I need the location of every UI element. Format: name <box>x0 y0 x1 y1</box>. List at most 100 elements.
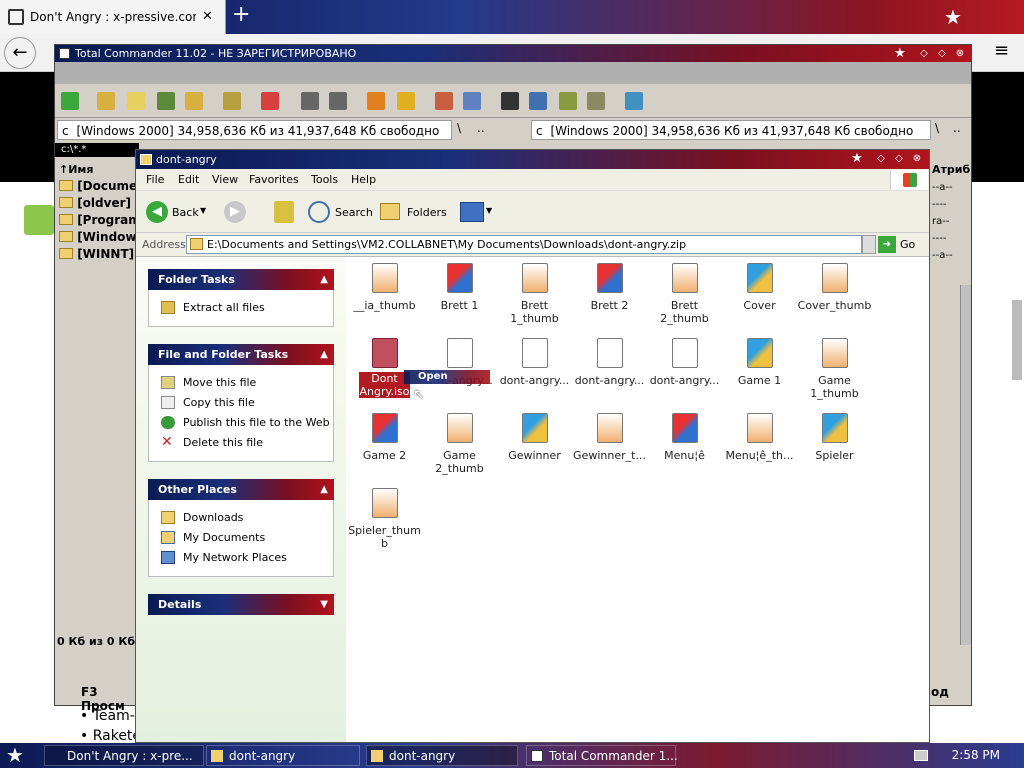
unpack-icon[interactable] <box>397 92 415 110</box>
file-item[interactable]: Cover_thumb <box>797 263 872 312</box>
copy-names-icon[interactable] <box>587 92 605 110</box>
tc-file-row[interactable]: [oldver] <box>59 196 131 210</box>
file-item[interactable]: Brett 1_thumb <box>497 263 572 325</box>
close-tab-icon[interactable]: ✕ <box>202 9 213 24</box>
up-folder-icon[interactable] <box>274 201 294 223</box>
file-item[interactable]: dont-angry... <box>572 338 647 387</box>
view-icon[interactable] <box>97 92 115 110</box>
go-button[interactable]: Go <box>900 238 915 251</box>
back-arrow-icon[interactable]: ← <box>4 37 36 69</box>
file-item[interactable]: Game 2 <box>347 413 422 462</box>
file-item[interactable]: dont-angry... <box>497 338 572 387</box>
address-dropdown-icon[interactable] <box>862 235 876 254</box>
task-browser[interactable]: Don't Angry : x-pre... <box>44 745 204 766</box>
file-tasks-header[interactable]: File and Folder Tasks ▲ <box>148 344 334 365</box>
go-arrow-icon[interactable]: ➜ <box>878 236 896 253</box>
tc-titlebar[interactable]: Total Commander 11.02 - НЕ ЗАРЕГИСТРИРОВ… <box>55 45 971 62</box>
file-item-selected[interactable]: Dont Angry.iso <box>347 338 422 398</box>
browser-tab[interactable]: Don't Angry : x-pressive.com, con ✕ <box>0 0 226 34</box>
back-button[interactable]: Back <box>172 206 199 219</box>
file-item[interactable]: Game 1 <box>722 338 797 387</box>
file-item[interactable]: __ia_thumb <box>347 263 422 312</box>
select-icon[interactable] <box>261 92 279 110</box>
file-item[interactable]: Menu¦ê <box>647 413 722 462</box>
file-item[interactable]: Gewinner <box>497 413 572 462</box>
tc-right-up-button[interactable]: .. <box>953 121 961 135</box>
tc-column-name[interactable]: ↑Имя <box>59 163 93 176</box>
menu-view[interactable]: View <box>212 173 238 186</box>
explorer-titlebar[interactable]: dont-angry ★ ◇ ◇ ⊗ <box>136 150 929 169</box>
menu-edit[interactable]: Edit <box>178 173 199 186</box>
views-icon[interactable] <box>460 202 484 222</box>
tc-root-button[interactable]: \ <box>457 121 461 135</box>
tc-column-attr[interactable]: Атриб <box>932 163 970 176</box>
expand-icon[interactable]: ▼ <box>320 594 328 615</box>
forward-arrow-icon[interactable]: ▶ <box>224 201 246 223</box>
other-places-header[interactable]: Other Places ▲ <box>148 479 334 500</box>
task-total-commander[interactable]: Total Commander 1... <box>526 745 678 766</box>
pack-icon[interactable] <box>367 92 385 110</box>
keyboard-tray-icon[interactable] <box>914 750 928 761</box>
ftp-icon[interactable] <box>435 92 453 110</box>
collapse-icon[interactable]: ▲ <box>320 269 328 290</box>
task-explorer-1[interactable]: dont-angry <box>206 745 360 766</box>
refresh-icon[interactable] <box>61 92 79 110</box>
tc-fkey-right[interactable]: од <box>931 685 949 699</box>
file-item[interactable]: Cover <box>722 263 797 312</box>
address-input[interactable]: E:\Documents and Settings\VM2.COLLABNET\… <box>186 235 862 254</box>
tree-icon[interactable] <box>127 92 145 110</box>
file-item[interactable]: Spieler_thumb <box>347 488 422 550</box>
folder-tasks-header[interactable]: Folder Tasks ▲ <box>148 269 334 290</box>
menu-icon[interactable]: ≡ <box>994 42 1009 60</box>
collapse-icon[interactable]: ▲ <box>320 479 328 500</box>
file-item[interactable]: Brett 1 <box>422 263 497 312</box>
menu-favorites[interactable]: Favorites <box>249 173 299 186</box>
task-explorer-2[interactable]: dont-angry <box>366 745 518 766</box>
close-icon[interactable]: ⊗ <box>953 47 967 60</box>
file-item[interactable]: Spieler <box>797 413 872 462</box>
tc-right-scrollbar[interactable] <box>960 285 971 645</box>
start-star-icon[interactable]: ★ <box>6 745 24 765</box>
back-arrow-icon[interactable]: ◀ <box>146 201 168 223</box>
collapse-icon[interactable]: ▲ <box>320 344 328 365</box>
menu-help[interactable]: Help <box>351 173 376 186</box>
tc-f3-view-button[interactable]: F3 Просм <box>81 685 141 713</box>
thumbnail-icon[interactable] <box>157 92 175 110</box>
tc-right-root-button[interactable]: \ <box>935 121 939 135</box>
url-icon[interactable] <box>463 92 481 110</box>
rename-icon[interactable] <box>529 92 547 110</box>
menu-file[interactable]: File <box>146 173 164 186</box>
tc-right-drive-bar[interactable]: c [Windows 2000] 34,958,636 Кб из 41,937… <box>531 120 931 140</box>
file-item[interactable]: dont-angry... <box>647 338 722 387</box>
details-header[interactable]: Details ▼ <box>148 594 334 615</box>
file-item[interactable]: Game 1_thumb <box>797 338 872 400</box>
folders-button[interactable]: Folders <box>407 206 447 219</box>
close-icon[interactable]: ⊗ <box>910 152 924 165</box>
new-tab-icon[interactable]: + <box>232 2 250 27</box>
file-item[interactable]: Game 2_thumb <box>422 413 497 475</box>
maximize-icon[interactable]: ◇ <box>935 47 949 60</box>
tc-file-row[interactable]: [WINNT] <box>59 247 134 261</box>
prev-arrow-icon[interactable] <box>301 92 319 110</box>
next-arrow-icon[interactable] <box>329 92 347 110</box>
tc-left-drive-bar[interactable]: c [Windows 2000] 34,958,636 Кб из 41,937… <box>57 120 452 140</box>
tc-up-button[interactable]: .. <box>477 121 485 135</box>
menu-tools[interactable]: Tools <box>311 173 338 186</box>
file-item[interactable]: Brett 2 <box>572 263 647 312</box>
page-scrollbar[interactable] <box>1012 300 1022 380</box>
file-item[interactable]: Gewinner_t... <box>572 413 647 462</box>
minimize-icon[interactable]: ◇ <box>874 152 888 165</box>
search-icon[interactable] <box>308 201 330 223</box>
sync-icon[interactable] <box>559 92 577 110</box>
file-item[interactable]: Menu¦ê_th... <box>722 413 797 462</box>
minimize-icon[interactable]: ◇ <box>917 47 931 60</box>
file-item[interactable]: Brett 2_thumb <box>647 263 722 325</box>
search-button[interactable]: Search <box>335 206 373 219</box>
compare-icon[interactable] <box>223 92 241 110</box>
notepad-icon[interactable] <box>625 92 643 110</box>
views-dropdown-icon[interactable]: ▼ <box>486 206 492 215</box>
sort-icon[interactable] <box>185 92 203 110</box>
maximize-icon[interactable]: ◇ <box>892 152 906 165</box>
back-dropdown-icon[interactable]: ▼ <box>200 206 206 215</box>
folders-icon[interactable] <box>380 203 400 220</box>
